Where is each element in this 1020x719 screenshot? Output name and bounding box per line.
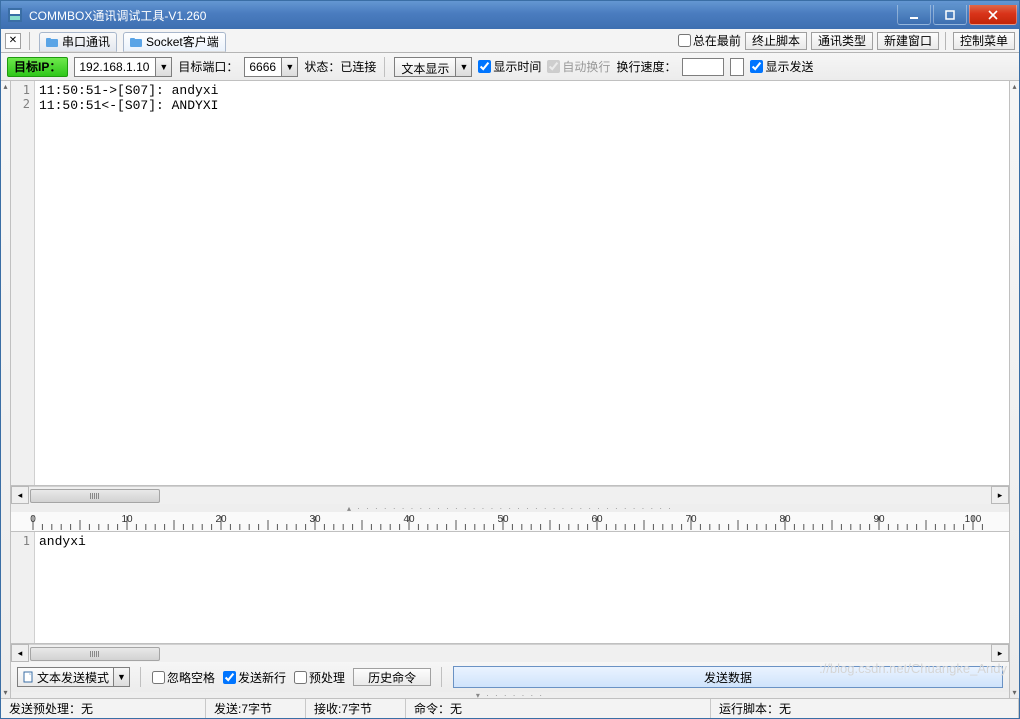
preprocess-checkbox[interactable]: 预处理 [294,669,345,686]
separator [140,667,142,687]
svg-text:60: 60 [591,514,603,525]
log-editor: 12 11:50:51->[S07]: andyxi 11:50:51<-[S0… [11,81,1009,486]
separator [945,32,947,50]
send-editor: 1 andyxi [11,532,1009,644]
send-newline-checkbox[interactable]: 发送新行 [223,669,286,686]
close-tab-button[interactable]: ✕ [5,33,21,49]
log-h-scrollbar[interactable]: ◂ ▸ [11,486,1009,504]
history-button[interactable]: 历史命令 [353,668,431,686]
maximize-button[interactable] [933,5,967,25]
chevron-down-icon[interactable]: ▼ [113,668,129,686]
port-combo[interactable]: ▼ [244,57,298,77]
ignore-space-checkbox[interactable]: 忽略空格 [152,669,215,686]
svg-text:40: 40 [403,514,415,525]
display-mode-combo[interactable]: 文本显示 ▼ [394,57,472,77]
separator [384,57,386,77]
close-button[interactable] [969,5,1017,25]
line-gutter: 1 [11,532,35,643]
status-recv: 接收:7字节 [306,699,406,718]
folder-icon [130,36,142,48]
separator [441,667,443,687]
chevron-up-icon[interactable]: ▴ [1,82,10,91]
separator [29,32,31,50]
comm-type-button[interactable]: 通讯类型 [811,32,873,50]
send-mode-combo[interactable]: 文本发送模式 ▼ [17,667,130,687]
scroll-right-icon[interactable]: ▸ [991,486,1009,504]
minimize-button[interactable] [897,5,931,25]
send-data-button[interactable]: 发送数据 [453,666,1003,688]
display-mode-label: 文本显示 [395,58,455,76]
auto-wrap-checkbox: 自动换行 [547,58,610,75]
chevron-down-icon[interactable]: ▼ [281,58,297,76]
chevron-down-icon[interactable]: ▼ [455,58,471,76]
port-input[interactable] [245,58,281,76]
status-label: 状态：已连接 [304,58,376,75]
svg-text:90: 90 [873,514,885,525]
target-ip-input[interactable] [75,58,155,76]
window-title: COMMBOX通讯调试工具-V1.260 [29,7,897,24]
chevron-up-icon[interactable]: ▴ [1010,82,1019,91]
send-text-area[interactable]: andyxi [35,532,1009,643]
status-sent: 发送:7字节 [206,699,306,718]
line-gutter: 12 [11,81,35,485]
always-front-checkbox[interactable]: 总在最前 [678,32,741,49]
target-ip-button[interactable]: 目标IP： [7,57,68,77]
port-label: 目标端口： [178,58,238,75]
tab-label: 串口通讯 [62,33,110,50]
app-window: COMMBOX通讯调试工具-V1.260 ✕ 串口通讯 Socket客户端 总在… [0,0,1020,719]
right-sidebar-strip[interactable]: ▴ ▾ [1009,81,1019,698]
chevron-down-icon[interactable]: ▾ [1010,688,1019,697]
scrollbar-thumb[interactable] [30,489,160,503]
stop-script-button[interactable]: 终止脚本 [745,32,807,50]
target-ip-combo[interactable]: ▼ [74,57,172,77]
send-toolbar: 文本发送模式 ▼ 忽略空格 发送新行 预处理 历史命令 发送数据 [11,662,1009,692]
scrollbar-thumb[interactable] [30,647,160,661]
tab-bar: ✕ 串口通讯 Socket客户端 总在最前 终止脚本 通讯类型 新建窗口 控制菜… [1,29,1019,53]
connection-toolbar: 目标IP： ▼ 目标端口： ▼ 状态：已连接 文本显示 ▼ 显示时间 自动换行 … [1,53,1019,81]
document-icon [22,671,34,683]
status-bar: 发送预处理：无 发送:7字节 接收:7字节 命令：无 运行脚本：无 [1,698,1019,718]
chevron-down-icon[interactable]: ▾ [1,688,10,697]
log-text-area[interactable]: 11:50:51->[S07]: andyxi 11:50:51<-[S07]:… [35,81,1009,485]
new-window-button[interactable]: 新建窗口 [877,32,939,50]
chevron-down-icon[interactable]: ▼ [155,58,171,76]
send-mode-label: 文本发送模式 [37,669,109,686]
svg-text:100: 100 [965,514,982,525]
titlebar[interactable]: COMMBOX通讯调试工具-V1.260 [1,1,1019,29]
status-preprocess: 发送预处理：无 [1,699,206,718]
scroll-left-icon[interactable]: ◂ [11,644,29,662]
app-icon [7,7,23,23]
show-time-checkbox[interactable]: 显示时间 [478,58,541,75]
send-h-scrollbar[interactable]: ◂ ▸ [11,644,1009,662]
status-cmd: 命令：无 [406,699,711,718]
tab-socket[interactable]: Socket客户端 [123,32,226,52]
svg-text:50: 50 [497,514,509,525]
show-send-checkbox[interactable]: 显示发送 [750,58,813,75]
left-sidebar-strip[interactable]: ▴ ▾ [1,81,11,698]
wrap-speed-input[interactable] [682,58,724,76]
wrap-speed-aux[interactable] [730,58,744,76]
wrap-speed-label: 换行速度： [616,58,676,75]
splitter-handle[interactable]: ▾ · · · · · · · [11,692,1009,698]
tab-label: Socket客户端 [146,33,219,50]
column-ruler: 0 10 20 30 40 50 60 70 80 90 100 [11,512,1009,532]
svg-text:20: 20 [215,514,227,525]
splitter-handle[interactable]: ▴ · · · · · · · · · · · · · · · · · · · … [11,504,1009,512]
main-area: ▴ ▾ 12 11:50:51->[S07]: andyxi 11:50:51<… [1,81,1019,698]
status-script: 运行脚本：无 [711,699,1019,718]
svg-text:80: 80 [779,514,791,525]
svg-text:70: 70 [685,514,697,525]
svg-text:0: 0 [30,514,36,525]
tab-serial[interactable]: 串口通讯 [39,32,117,52]
control-menu-button[interactable]: 控制菜单 [953,32,1015,50]
scroll-left-icon[interactable]: ◂ [11,486,29,504]
folder-icon [46,36,58,48]
svg-text:10: 10 [121,514,133,525]
svg-text:30: 30 [309,514,321,525]
scroll-right-icon[interactable]: ▸ [991,644,1009,662]
